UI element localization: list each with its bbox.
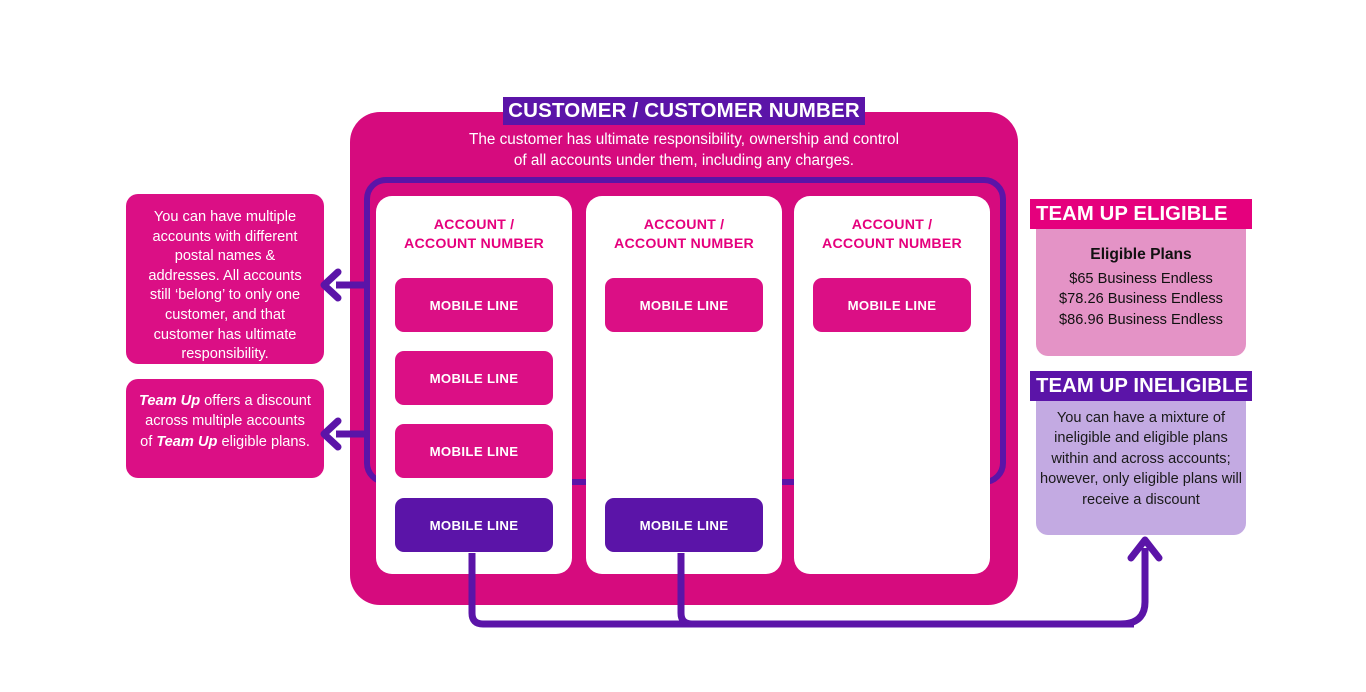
customer-subtitle: The customer has ultimate responsibility…: [390, 129, 978, 171]
arrow-ineligible-panel: [1119, 536, 1163, 628]
account-column-1: ACCOUNT / ACCOUNT NUMBER MOBILE LINE MOB…: [376, 196, 572, 574]
team-up-ineligible-header: TEAM UP INELIGIBLE: [1030, 371, 1252, 401]
eligible-plans-title: Eligible Plans: [1090, 246, 1192, 263]
eligible-plan-3: $86.96 Business Endless: [1059, 311, 1223, 328]
account-title-3-line1: ACCOUNT /: [851, 217, 933, 233]
account-title-1: ACCOUNT / ACCOUNT NUMBER: [376, 216, 572, 254]
account-title-2: ACCOUNT / ACCOUNT NUMBER: [586, 216, 782, 254]
diagram-canvas: ACCOUNT / ACCOUNT NUMBER MOBILE LINE MOB…: [0, 0, 1366, 692]
team-up-ineligible-body: You can have a mixture of ineligible and…: [1036, 401, 1246, 535]
account-column-3: ACCOUNT / ACCOUNT NUMBER MOBILE LINE: [794, 196, 990, 574]
mobile-line-1-4[interactable]: MOBILE LINE: [395, 498, 553, 552]
mobile-line-1-3[interactable]: MOBILE LINE: [395, 424, 553, 478]
callout-team-up-post: eligible plans.: [217, 433, 310, 450]
account-column-2: ACCOUNT / ACCOUNT NUMBER MOBILE LINE MOB…: [586, 196, 782, 574]
team-up-eligible-header: TEAM UP ELIGIBLE: [1030, 199, 1252, 229]
account-title-1-line2: ACCOUNT NUMBER: [404, 236, 544, 252]
callout-team-up: Team Up offers a discount across multipl…: [126, 379, 324, 478]
mobile-line-1-2[interactable]: MOBILE LINE: [395, 351, 553, 405]
mobile-line-3-1[interactable]: MOBILE LINE: [813, 278, 971, 332]
account-title-1-line1: ACCOUNT /: [433, 217, 515, 233]
callout-accounts-text: You can have multiple accounts with diff…: [148, 209, 302, 363]
account-title-3: ACCOUNT / ACCOUNT NUMBER: [794, 216, 990, 254]
account-title-2-line2: ACCOUNT NUMBER: [614, 236, 754, 252]
customer-title: CUSTOMER / CUSTOMER NUMBER: [503, 97, 865, 125]
mobile-line-2-2[interactable]: MOBILE LINE: [605, 498, 763, 552]
callout-team-up-brand-1: Team Up: [139, 393, 201, 409]
account-title-2-line1: ACCOUNT /: [643, 217, 725, 233]
mobile-line-2-1[interactable]: MOBILE LINE: [605, 278, 763, 332]
callout-team-up-brand-2: Team Up: [156, 433, 218, 450]
customer-subtitle-line2: of all accounts under them, including an…: [513, 152, 855, 169]
mobile-line-1-1[interactable]: MOBILE LINE: [395, 278, 553, 332]
account-title-3-line2: ACCOUNT NUMBER: [822, 236, 962, 252]
team-up-eligible-body: Eligible Plans $65 Business Endless $78.…: [1036, 229, 1246, 356]
callout-accounts: You can have multiple accounts with diff…: [126, 194, 324, 364]
eligible-plan-2: $78.26 Business Endless: [1059, 291, 1223, 307]
eligible-plan-1: $65 Business Endless: [1069, 270, 1213, 287]
customer-subtitle-line1: The customer has ultimate responsibility…: [469, 131, 899, 148]
